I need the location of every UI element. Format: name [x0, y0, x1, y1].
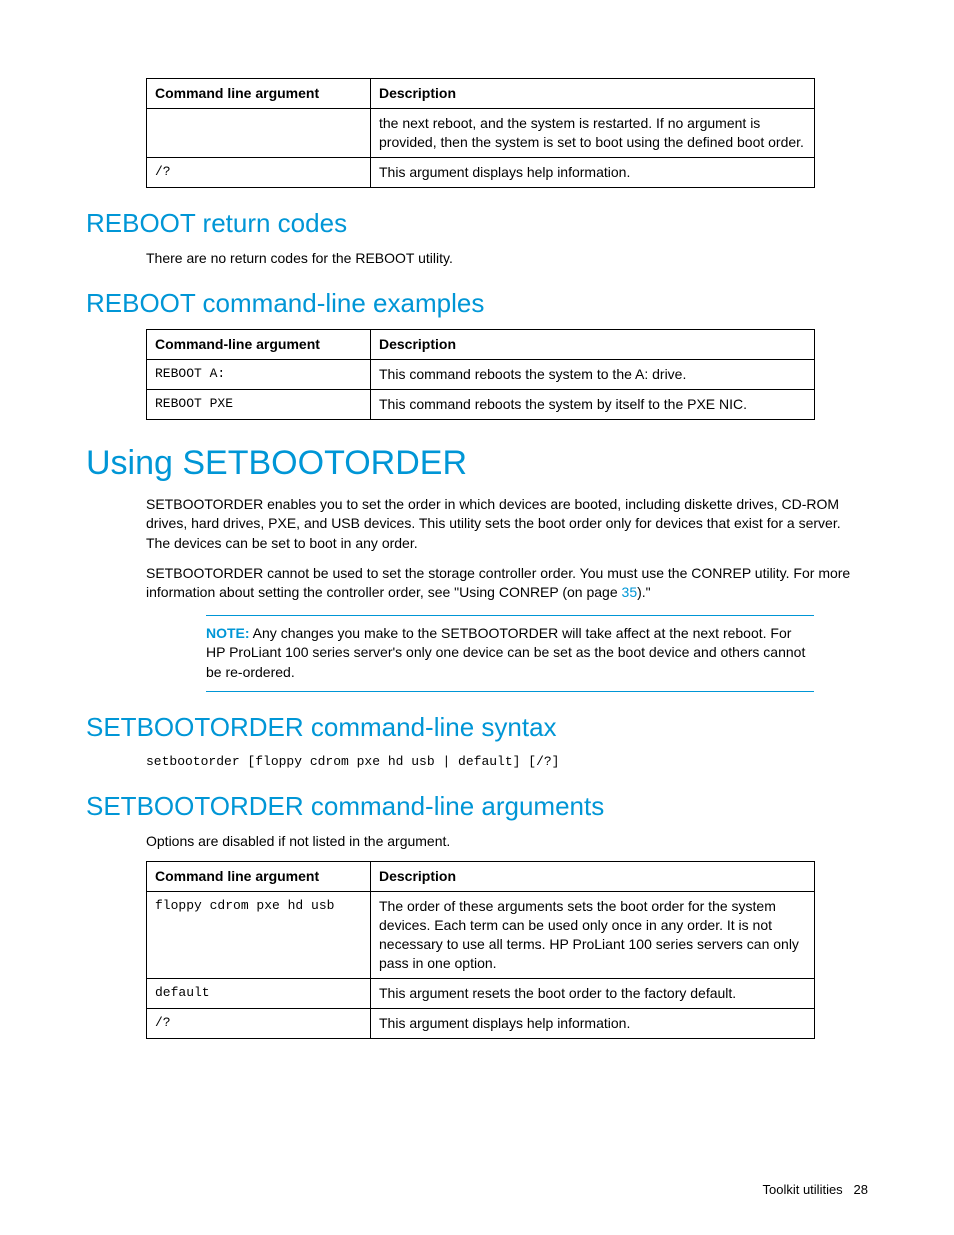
paragraph: SETBOOTORDER enables you to set the orde…	[146, 495, 868, 554]
cell-desc: This command reboots the system to the A…	[371, 360, 815, 390]
note-label: NOTE:	[206, 625, 250, 641]
cell-arg: default	[147, 978, 371, 1008]
cell-desc: the next reboot, and the system is resta…	[371, 108, 815, 157]
cell-arg: REBOOT PXE	[147, 389, 371, 419]
cell-desc: This argument displays help information.	[371, 1008, 815, 1038]
cell-desc: This argument displays help information.	[371, 157, 815, 187]
table-row: default This argument resets the boot or…	[147, 978, 815, 1008]
heading-reboot-return-codes: REBOOT return codes	[86, 208, 868, 239]
table-reboot-args: Command line argument Description the ne…	[146, 78, 815, 188]
table-row: the next reboot, and the system is resta…	[147, 108, 815, 157]
cell-arg: REBOOT A:	[147, 360, 371, 390]
link-page-35[interactable]: 35	[622, 584, 638, 600]
table-header-desc: Description	[371, 330, 815, 360]
cell-desc: This argument resets the boot order to t…	[371, 978, 815, 1008]
table-reboot-examples: Command-line argument Description REBOOT…	[146, 329, 815, 420]
heading-using-setbootorder: Using SETBOOTORDER	[86, 444, 868, 483]
page-footer: Toolkit utilities 28	[762, 1182, 868, 1197]
note-block: NOTE: Any changes you make to the SETBOO…	[206, 615, 814, 692]
table-row: REBOOT A: This command reboots the syste…	[147, 360, 815, 390]
cell-arg	[147, 108, 371, 157]
cell-desc: This command reboots the system by itsel…	[371, 389, 815, 419]
cell-arg: /?	[147, 1008, 371, 1038]
text: SETBOOTORDER cannot be used to set the s…	[146, 565, 850, 601]
text: )."	[637, 584, 651, 600]
table-header-arg: Command line argument	[147, 79, 371, 109]
cell-arg: /?	[147, 157, 371, 187]
table-row: /? This argument displays help informati…	[147, 1008, 815, 1038]
heading-reboot-examples: REBOOT command-line examples	[86, 288, 868, 319]
paragraph: Options are disabled if not listed in th…	[146, 832, 868, 852]
cell-arg: floppy cdrom pxe hd usb	[147, 892, 371, 979]
footer-page-number: 28	[854, 1182, 868, 1197]
table-header-desc: Description	[371, 862, 815, 892]
table-header-desc: Description	[371, 79, 815, 109]
paragraph: SETBOOTORDER cannot be used to set the s…	[146, 564, 868, 603]
note-text: Any changes you make to the SETBOOTORDER…	[206, 625, 805, 680]
footer-section: Toolkit utilities	[762, 1182, 842, 1197]
table-header-arg: Command line argument	[147, 862, 371, 892]
heading-setbootorder-syntax: SETBOOTORDER command-line syntax	[86, 712, 868, 743]
paragraph: There are no return codes for the REBOOT…	[146, 249, 868, 269]
cell-desc: The order of these arguments sets the bo…	[371, 892, 815, 979]
code-syntax: setbootorder [floppy cdrom pxe hd usb | …	[146, 753, 868, 771]
heading-setbootorder-args: SETBOOTORDER command-line arguments	[86, 791, 868, 822]
table-row: REBOOT PXE This command reboots the syst…	[147, 389, 815, 419]
table-header-arg: Command-line argument	[147, 330, 371, 360]
table-row: /? This argument displays help informati…	[147, 157, 815, 187]
table-setbootorder-args: Command line argument Description floppy…	[146, 861, 815, 1038]
table-row: floppy cdrom pxe hd usb The order of the…	[147, 892, 815, 979]
